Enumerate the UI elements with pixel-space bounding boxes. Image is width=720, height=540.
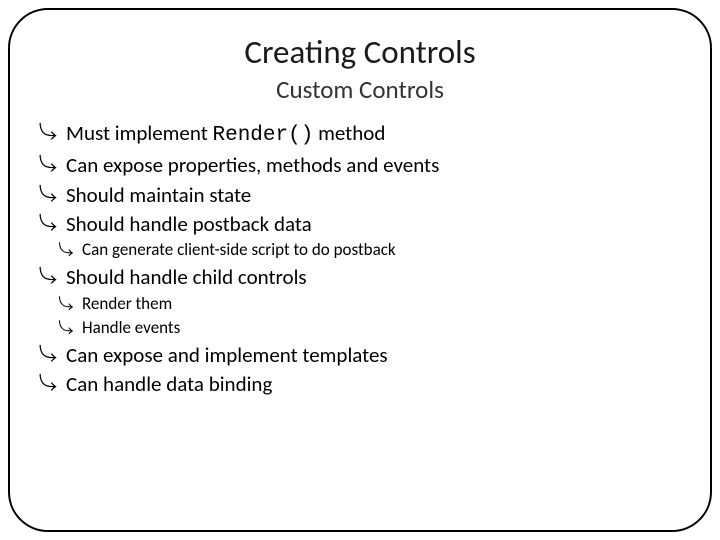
code-text: Render() xyxy=(213,124,314,147)
bullet-list: Must implement Render() method Can expos… xyxy=(40,119,680,398)
bullet-item: Should handle child controls xyxy=(40,263,680,291)
bullet-item: Should maintain state xyxy=(40,181,680,209)
bullet-text: Must implement xyxy=(66,120,213,146)
sub-bullet-list: Can generate client-side script to do po… xyxy=(40,239,680,262)
bullet-item: Must implement Render() method xyxy=(40,119,680,150)
bullet-item: Can handle data binding xyxy=(40,370,680,398)
sub-bullet-item: Handle events xyxy=(60,317,680,340)
bullet-item: Can expose properties, methods and event… xyxy=(40,151,680,179)
slide-subtitle: Custom Controls xyxy=(40,74,680,105)
bullet-item: Should handle postback data xyxy=(40,210,680,238)
slide-title: Creating Controls xyxy=(40,32,680,72)
bullet-text: method xyxy=(313,120,385,146)
sub-bullet-list: Render them Handle events xyxy=(40,293,680,340)
sub-bullet-item: Render them xyxy=(60,293,680,316)
bullet-item: Can expose and implement templates xyxy=(40,341,680,369)
sub-bullet-item: Can generate client-side script to do po… xyxy=(60,239,680,262)
slide-frame: Creating Controls Custom Controls Must i… xyxy=(8,8,712,532)
